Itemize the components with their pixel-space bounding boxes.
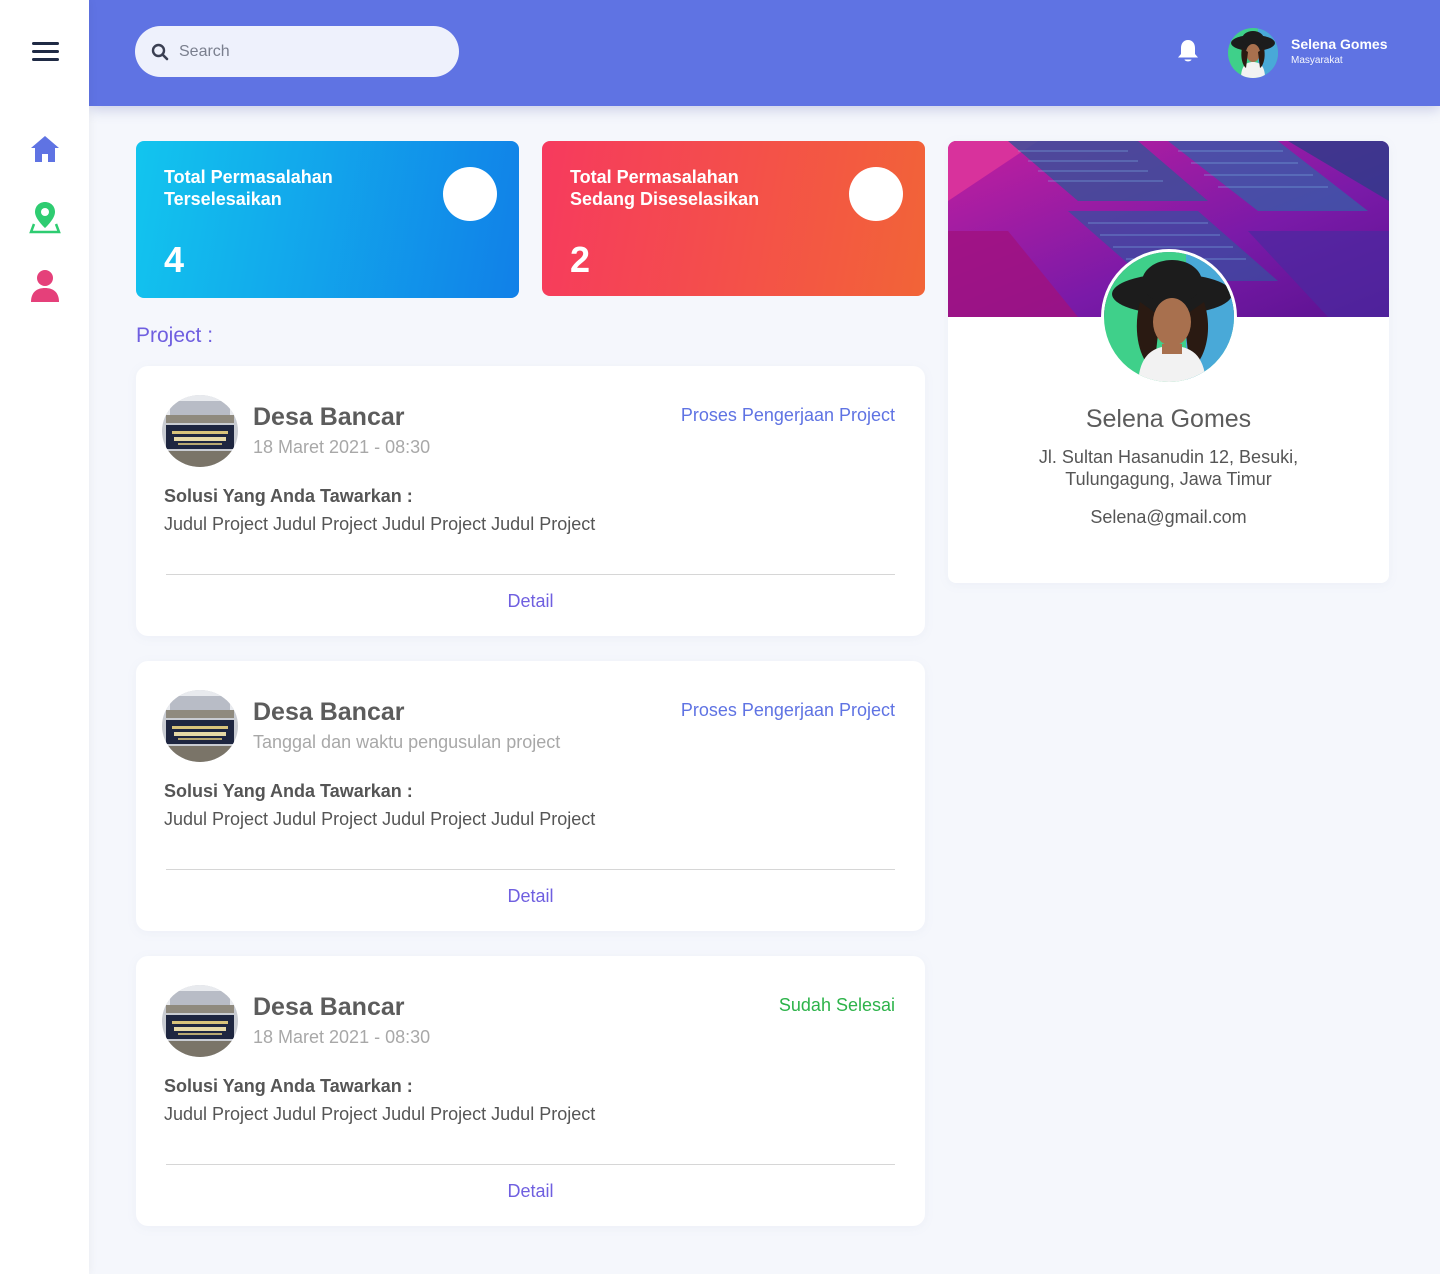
project-status: Proses Pengerjaan Project: [680, 700, 895, 720]
project-status: Sudah Selesai: [778, 995, 895, 1015]
sidebar: [0, 0, 89, 1274]
stat-label-line1: Total Permasalahan: [570, 167, 739, 187]
project-thumbnail: [162, 690, 238, 762]
stat-card-resolved: Total Permasalahan Terselesaikan 4: [136, 141, 519, 298]
solution-label: Solusi Yang Anda Tawarkan :: [164, 1076, 413, 1096]
header-user-role: Masyarakat: [1291, 55, 1343, 66]
section-title: Project :: [136, 324, 214, 347]
project-card: Desa Bancar 18 Maret 2021 - 08:30 Proses…: [136, 366, 925, 636]
project-name: Desa Bancar: [253, 993, 405, 1021]
stat-label-line1: Total Permasalahan: [164, 167, 333, 187]
profile-email: Selena@gmail.com: [1090, 507, 1247, 527]
search-bar[interactable]: [135, 26, 459, 77]
project-date: Tanggal dan waktu pengusulan project: [253, 732, 561, 752]
divider: [166, 869, 895, 870]
project-card: Desa Bancar 18 Maret 2021 - 08:30 Sudah …: [136, 956, 925, 1226]
stat-label: Total Permasalahan Sedang Diseselasikan: [570, 166, 810, 210]
stat-value: 4: [164, 239, 185, 280]
header-user-info: Selena Gomes Masyarakat: [1291, 36, 1388, 66]
project-thumbnail: [162, 395, 238, 467]
divider: [166, 574, 895, 575]
top-header: Selena Gomes Masyarakat: [89, 0, 1440, 106]
solution-text: Judul Project Judul Project Judul Projec…: [164, 1104, 596, 1124]
stat-card-in-progress: Total Permasalahan Sedang Diseselasikan …: [542, 141, 925, 296]
stat-label-line2: Terselesaikan: [164, 189, 282, 209]
project-card: Desa Bancar Tanggal dan waktu pengusulan…: [136, 661, 925, 931]
header-user-name: Selena Gomes: [1291, 36, 1388, 52]
stat-circle-icon: [443, 167, 497, 221]
search-input[interactable]: [179, 42, 429, 61]
stat-label-line2: Sedang Diseselasikan: [570, 189, 760, 209]
detail-link[interactable]: Detail: [136, 1181, 925, 1202]
stat-value: 2: [570, 239, 591, 280]
solution-label: Solusi Yang Anda Tawarkan :: [164, 486, 413, 506]
project-name: Desa Bancar: [253, 698, 405, 726]
search-icon: [151, 43, 169, 60]
project-date: 18 Maret 2021 - 08:30: [253, 437, 431, 457]
stat-label: Total Permasalahan Terselesaikan: [164, 166, 404, 210]
project-status: Proses Pengerjaan Project: [680, 405, 895, 425]
solution-label: Solusi Yang Anda Tawarkan :: [164, 781, 413, 801]
divider: [166, 1164, 895, 1165]
solution-text: Judul Project Judul Project Judul Projec…: [164, 809, 596, 829]
user-icon[interactable]: [29, 268, 61, 302]
profile-avatar: [1101, 249, 1237, 385]
header-avatar[interactable]: [1228, 28, 1278, 78]
detail-link[interactable]: Detail: [136, 591, 925, 612]
project-date: 18 Maret 2021 - 08:30: [253, 1027, 431, 1047]
project-name: Desa Bancar: [253, 403, 405, 431]
map-pin-icon[interactable]: [29, 200, 61, 234]
profile-address: Jl. Sultan Hasanudin 12, Besuki, Tulunga…: [1038, 447, 1299, 489]
solution-text: Judul Project Judul Project Judul Projec…: [164, 514, 596, 534]
detail-link[interactable]: Detail: [136, 886, 925, 907]
home-icon[interactable]: [29, 133, 61, 165]
hamburger-menu-icon[interactable]: [32, 42, 59, 62]
profile-name: Selena Gomes: [1085, 405, 1252, 433]
profile-card: Selena Gomes Jl. Sultan Hasanudin 12, Be…: [948, 141, 1389, 583]
bell-icon[interactable]: [1176, 38, 1200, 64]
stat-circle-icon: [849, 167, 903, 221]
project-thumbnail: [162, 985, 238, 1057]
